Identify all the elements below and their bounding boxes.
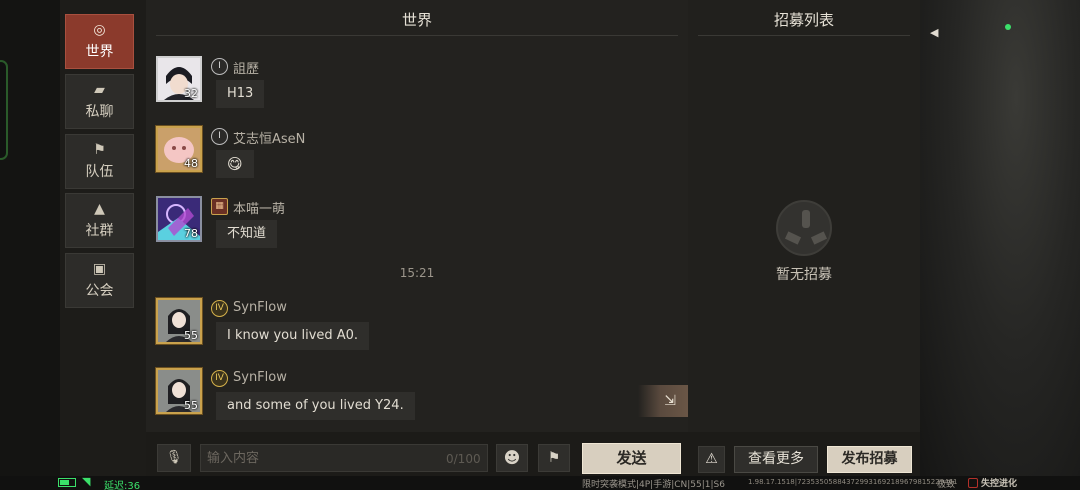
left-edge-strip — [0, 0, 60, 490]
divider — [698, 35, 910, 36]
recruit-list-panel: 招募列表 暂无招募 — [688, 0, 920, 432]
chat-message: 78 ▦ 本喵一萌 不知道 — [156, 196, 676, 256]
chat-bubbles-icon: ▰ — [94, 82, 105, 98]
smiley-icon: ☻ — [503, 448, 521, 467]
avatar[interactable]: 55 — [156, 368, 202, 414]
build-version: 1.98.17.1518|723535058843729931692189679… — [748, 478, 958, 486]
nav-tab-guild[interactable]: ▣ 公会 — [65, 253, 134, 308]
player-level: 55 — [184, 399, 198, 412]
avatar[interactable]: 48 — [156, 126, 202, 172]
nav-tab-world[interactable]: ◎ 世界 — [65, 14, 134, 69]
username[interactable]: SynFlow — [233, 370, 287, 385]
recruit-title: 招募列表 — [773, 11, 834, 29]
recruit-action-bar: ⚠ 查看更多 发布招募 — [688, 432, 920, 476]
chat-message: 55 IV SynFlow and some of you lived Y24. — [156, 368, 676, 428]
message-bubble: and some of you lived Y24. — [216, 392, 415, 420]
nav-tab-label: 世界 — [85, 44, 114, 60]
avatar[interactable]: 55 — [156, 298, 202, 344]
nav-tab-label: 私聊 — [85, 104, 114, 120]
game-logo-icon — [968, 478, 978, 488]
player-level: 48 — [184, 157, 198, 170]
banner-icon: ▣ — [92, 261, 107, 277]
side-drawer-handle[interactable] — [0, 60, 8, 160]
battery-icon — [58, 478, 76, 487]
char-counter: 0/100 — [446, 452, 481, 466]
send-button[interactable]: 发送 — [582, 443, 681, 474]
chat-message: 55 IV SynFlow I know you lived A0. — [156, 298, 676, 358]
username[interactable]: 詛歷 — [233, 58, 259, 77]
game-logo-text: 失控进化 — [981, 479, 1018, 489]
divider — [156, 35, 678, 36]
jump-to-latest-icon: ⇲ — [664, 393, 676, 409]
share-button[interactable]: ⚑ — [538, 444, 570, 472]
jump-to-latest-button[interactable]: ⇲ — [638, 385, 688, 417]
rank-badge-icon: ▦ — [211, 198, 228, 215]
rank-badge-icon: I — [211, 58, 228, 75]
player-level: 78 — [184, 227, 198, 240]
message-bubble: 不知道 — [216, 220, 278, 248]
player-level: 55 — [184, 329, 198, 342]
compass-icon: ◎ — [93, 22, 106, 38]
player-level: 32 — [184, 87, 198, 100]
status-dot — [1005, 24, 1011, 30]
message-bubble: 😋 — [216, 150, 254, 178]
username[interactable]: 本喵一萌 — [233, 198, 285, 217]
nav-tab-team[interactable]: ⚑ 队伍 — [65, 134, 134, 189]
message-bubble: I know you lived A0. — [216, 322, 370, 350]
channel-nav: ◎ 世界 ▰ 私聊 ⚑ 队伍 ▲ 社群 ▣ 公会 — [60, 0, 146, 490]
emoji-button[interactable]: ☻ — [496, 444, 528, 472]
avatar[interactable]: 32 — [156, 56, 202, 102]
nav-tab-label: 公会 — [85, 283, 114, 299]
chat-message: 32 I 詛歷 H13 — [156, 56, 676, 116]
empty-state-icon — [776, 200, 832, 256]
campfire-icon: ▲ — [94, 201, 105, 217]
publish-recruit-button[interactable]: 发布招募 — [827, 446, 912, 473]
rank-badge-icon: IV — [211, 370, 228, 387]
world-chat-panel: 世界 32 I 詛歷 H13 48 I 艾志恒AseN 😋 78 ▦ 本喵一萌 … — [146, 0, 688, 432]
empty-state-text: 暂无招募 — [776, 267, 832, 283]
chat-title: 世界 — [401, 11, 432, 29]
nav-tab-label: 社群 — [85, 223, 114, 239]
chat-input[interactable] — [200, 444, 488, 472]
username[interactable]: 艾志恒AseN — [233, 128, 305, 147]
chat-message: 48 I 艾志恒AseN 😋 — [156, 126, 676, 186]
avatar[interactable]: 78 — [156, 196, 202, 242]
flag-share-icon: ⚑ — [547, 450, 561, 466]
chat-timestamp: 15:21 — [399, 266, 435, 280]
nav-tab-label: 队伍 — [85, 164, 114, 180]
latency-readout: 延迟:36 — [104, 481, 141, 490]
mode-info: 限时突袭模式|4P|手游|CN|55|1|S6 — [582, 480, 725, 490]
rank-badge-icon: I — [211, 128, 228, 145]
message-bubble: H13 — [216, 80, 265, 108]
graphics-quality: 极致 — [937, 480, 956, 490]
rank-badge-icon: IV — [211, 300, 228, 317]
warning-icon: ⚠ — [705, 451, 718, 467]
view-more-button[interactable]: 查看更多 — [734, 446, 818, 473]
nav-tab-community[interactable]: ▲ 社群 — [65, 193, 134, 248]
username[interactable]: SynFlow — [233, 300, 287, 315]
status-bar: ◥ 延迟:36 限时突袭模式|4P|手游|CN|55|1|S6 1.98.17.… — [0, 475, 1080, 490]
voice-input-button[interactable]: 🎙 — [157, 444, 191, 472]
wifi-icon: ◥ — [82, 475, 91, 488]
collapse-arrow-icon[interactable]: ◀ — [930, 26, 938, 39]
nav-tab-private[interactable]: ▰ 私聊 — [65, 74, 134, 129]
microphone-icon: 🎙 — [165, 450, 183, 465]
report-button[interactable]: ⚠ — [698, 446, 725, 473]
flag-icon: ⚑ — [93, 142, 106, 158]
chat-input-bar: 🎙 0/100 ☻ ⚑ 发送 — [146, 432, 688, 476]
game-scene-background — [920, 0, 1080, 490]
